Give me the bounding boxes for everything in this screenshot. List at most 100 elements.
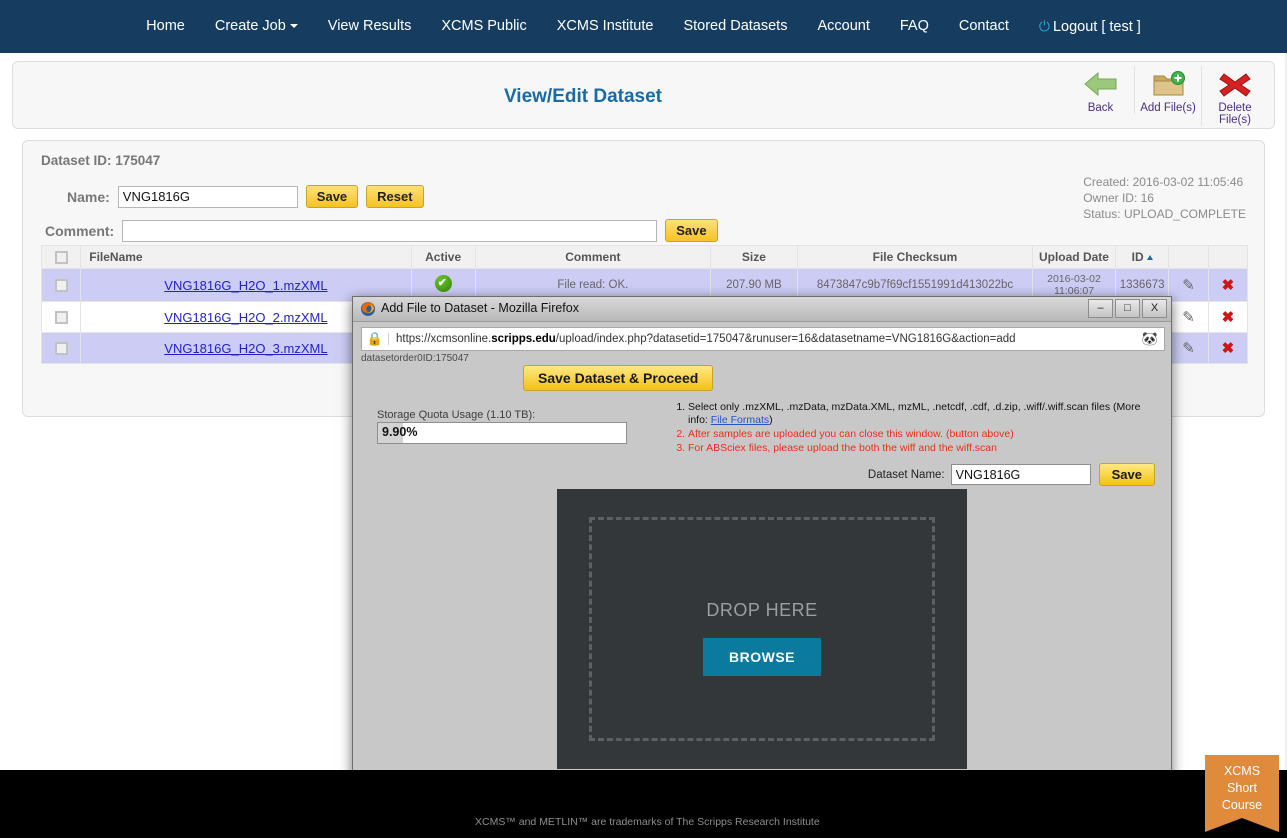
column-active[interactable]: Active [410, 244, 476, 270]
edit-pencil-icon[interactable]: ✎ [1182, 309, 1195, 326]
dataset-status: Status: UPLOAD_COMPLETE [1083, 207, 1246, 221]
row-select-cell[interactable] [40, 301, 82, 334]
file-name-link[interactable]: VNG1816G_H2O_3.mzXML [164, 341, 327, 356]
nav-item-logout[interactable]: ⏻ Logout [ test ] [1024, 0, 1156, 54]
row-checkbox[interactable] [54, 341, 68, 355]
dataset-name-label: Name: [67, 188, 110, 205]
nav-item-account[interactable]: Account [802, 0, 884, 53]
page-header-panel: View/Edit Dataset Back Add File(s) Delet… [12, 61, 1275, 129]
chevron-down-icon [289, 24, 298, 29]
dataset-name-row: Name: Save Reset [67, 185, 424, 208]
instruction-item: Select only .mzXML, .mzData, mzData.XML,… [688, 401, 1151, 427]
url-text[interactable]: https://xcmsonline.scripps.edu/upload/in… [388, 333, 1136, 345]
minimize-button[interactable]: – [1088, 299, 1113, 318]
nav-item-view-results[interactable]: View Results [313, 0, 427, 53]
dataset-comment-input[interactable] [122, 219, 658, 242]
row-edit-cell[interactable]: ✎ [1168, 268, 1209, 303]
delete-files-button[interactable]: Delete File(s) [1201, 66, 1268, 126]
folder-add-icon [1153, 71, 1185, 96]
edit-pencil-icon[interactable]: ✎ [1182, 277, 1195, 294]
save-dataset-proceed-button[interactable]: Save Dataset & Proceed [523, 365, 714, 391]
row-delete-cell[interactable]: ✖ [1207, 268, 1249, 303]
badge-line-2: Short [1227, 781, 1257, 795]
delete-x-icon[interactable]: ✖ [1222, 340, 1235, 357]
back-button[interactable]: Back [1067, 66, 1134, 114]
nav-label: Create Job [214, 18, 286, 34]
nav-item-xcms-public[interactable]: XCMS Public [426, 0, 541, 53]
dialog-save-button[interactable]: Save [1098, 463, 1155, 486]
nav-label: Home [146, 18, 185, 34]
window-controls: – □ X [1088, 299, 1167, 318]
nav-item-home[interactable]: Home [131, 0, 200, 53]
nav-label: Account [817, 18, 870, 34]
row-delete-cell[interactable]: ✖ [1207, 332, 1249, 365]
nav-item-faq[interactable]: FAQ [885, 0, 944, 53]
browse-button[interactable]: BROWSE [703, 638, 821, 676]
column-id-label: ID [1131, 250, 1144, 265]
column-edit [1168, 244, 1209, 270]
add-file-dialog-window: Add File to Dataset - Mozilla Firefox – … [352, 296, 1172, 808]
nav-label: Contact [958, 18, 1009, 34]
select-all-checkbox[interactable] [54, 251, 68, 265]
save-comment-button[interactable]: Save [665, 219, 718, 242]
maximize-button[interactable]: □ [1115, 299, 1140, 318]
nav-item-contact[interactable]: Contact [944, 0, 1024, 53]
file-name-link[interactable]: VNG1816G_H2O_2.mzXML [164, 310, 327, 325]
dataset-comment-label: Comment: [45, 222, 115, 239]
delete-x-icon[interactable]: ✖ [1222, 309, 1235, 326]
created-date: Created: 2016-03-02 11:05:46 [1083, 175, 1244, 189]
nav-label: XCMS Institute [556, 18, 654, 34]
dialog-dataset-name-row: Dataset Name: Save [868, 463, 1155, 486]
row-checkbox[interactable] [54, 310, 68, 324]
nav-item-create-job[interactable]: Create Job [200, 0, 313, 53]
column-id[interactable]: ID [1114, 244, 1170, 270]
delete-x-icon[interactable]: ✖ [1222, 277, 1235, 294]
xcms-short-course-badge[interactable]: XCMS Short Course [1205, 755, 1279, 832]
nav-label: Stored Datasets [683, 18, 788, 34]
instruction-item: After samples are uploaded you can close… [688, 428, 1151, 441]
dialog-dataset-name-input[interactable] [950, 464, 1091, 485]
row-delete-cell[interactable]: ✖ [1207, 301, 1249, 334]
url-suffix: /upload/index.php?datasetid=175047&runus… [555, 333, 1016, 345]
back-button-label: Back [1087, 102, 1114, 114]
row-edit-cell[interactable]: ✎ [1168, 332, 1209, 365]
nav-item-stored-datasets[interactable]: Stored Datasets [668, 0, 802, 53]
reset-name-button[interactable]: Reset [366, 185, 424, 208]
file-formats-link[interactable]: File Formats [711, 414, 769, 426]
nav-item-xcms-institute[interactable]: XCMS Institute [542, 0, 669, 53]
dialog-title-bar[interactable]: Add File to Dataset - Mozilla Firefox – … [353, 297, 1171, 322]
page-footer: XCMS™ and METLIN™ are trademarks of The … [0, 770, 1287, 838]
row-checkbox[interactable] [54, 278, 68, 292]
instruction-tail: ) [769, 414, 773, 426]
column-filename[interactable]: FileName [80, 244, 412, 270]
browser-url-bar[interactable]: 🔒 https://xcmsonline.scripps.edu/upload/… [361, 327, 1165, 351]
firefox-addon-icon[interactable]: 🐼 [1136, 331, 1164, 347]
upload-instructions: Select only .mzXML, .mzData, mzData.XML,… [671, 401, 1151, 456]
nav-label: Logout [ test ] [1052, 18, 1141, 35]
add-files-button[interactable]: Add File(s) [1134, 66, 1201, 114]
firefox-logo-icon [361, 302, 375, 316]
column-checksum[interactable]: File Checksum [796, 244, 1034, 270]
dataset-name-input[interactable] [117, 185, 298, 208]
column-size[interactable]: Size [710, 244, 798, 270]
edit-pencil-icon[interactable]: ✎ [1182, 340, 1195, 357]
file-drop-zone[interactable]: DROP HERE BROWSE [589, 517, 935, 741]
row-edit-cell[interactable]: ✎ [1168, 301, 1209, 334]
save-name-button[interactable]: Save [305, 185, 359, 208]
quota-value: 9.90 [382, 425, 407, 439]
dialog-dataset-name-label: Dataset Name: [867, 468, 945, 481]
drop-here-label: DROP HERE [706, 600, 818, 620]
quota-progress-text: 9.90% [382, 425, 417, 439]
badge-line-1: XCMS [1223, 764, 1261, 778]
trademark-notice: XCMS™ and METLIN™ are trademarks of The … [475, 816, 820, 828]
column-upload-date[interactable]: Upload Date [1032, 244, 1116, 270]
dataset-metadata: Created: 2016-03-02 11:05:46 Owner ID: 1… [1083, 174, 1246, 222]
column-comment[interactable]: Comment [474, 244, 712, 270]
close-button[interactable]: X [1142, 299, 1167, 318]
nav-label: XCMS Public [441, 18, 527, 34]
file-name-link[interactable]: VNG1816G_H2O_1.mzXML [164, 278, 327, 293]
select-all-header[interactable] [40, 244, 82, 270]
row-select-cell[interactable] [40, 268, 82, 303]
row-select-cell[interactable] [40, 332, 82, 365]
table-header-row: FileName Active Comment Size File Checks… [40, 244, 1249, 270]
